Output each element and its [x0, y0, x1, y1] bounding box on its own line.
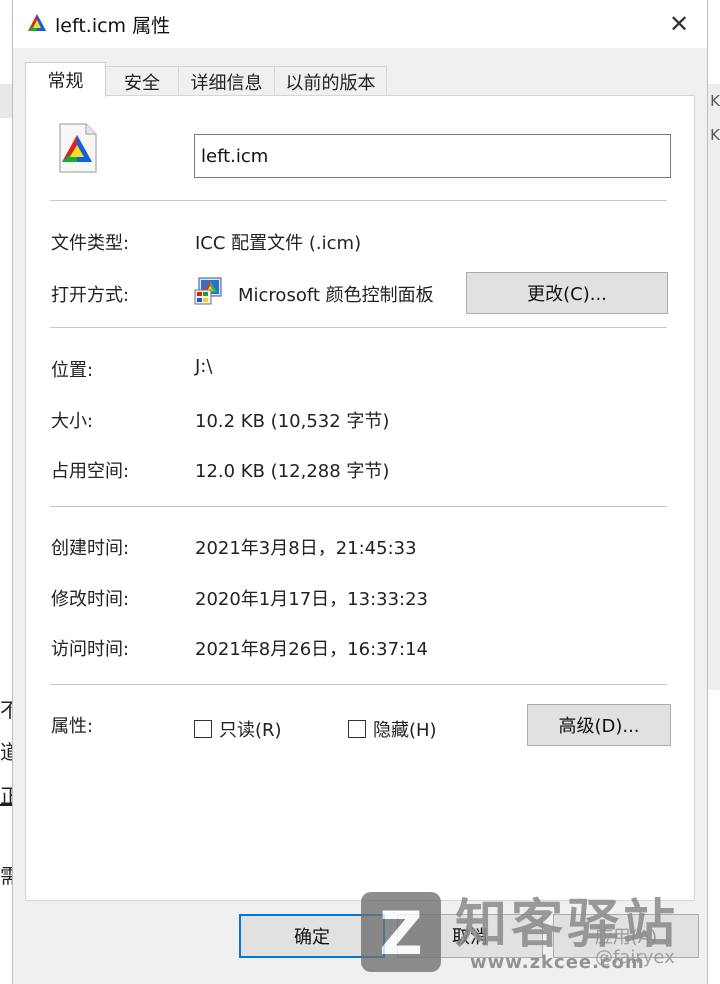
modified-label: 修改时间:: [51, 589, 130, 610]
window-title: left.icm 属性: [55, 15, 171, 37]
close-icon: ✕: [668, 10, 690, 38]
disk-size-value: 12.0 KB (12,288 字节): [195, 461, 390, 482]
properties-dialog: left.icm 属性 ✕ 常规 安全 详细信息 以前的版本 文件类型: ICC…: [12, 0, 708, 984]
readonly-checkbox[interactable]: 只读(R): [194, 716, 282, 742]
location-label: 位置:: [51, 360, 94, 381]
separator: [50, 684, 667, 685]
watermark-logo-letter: Z: [379, 899, 423, 969]
tab-previous-versions[interactable]: 以前的版本: [274, 66, 387, 96]
background-text: 正: [0, 784, 12, 808]
background-text: K: [710, 126, 720, 144]
filename-input[interactable]: [194, 134, 671, 178]
file-icon: [59, 123, 97, 173]
opens-with-label: 打开方式:: [51, 285, 130, 306]
opens-with-value: Microsoft 颜色控制面板: [238, 285, 434, 306]
modified-value: 2020年1月17日，13:33:23: [195, 589, 429, 610]
hidden-checkbox[interactable]: 隐藏(H): [348, 716, 437, 742]
close-button[interactable]: ✕: [651, 0, 707, 48]
icc-profile-icon: [28, 14, 46, 31]
readonly-checkbox-label: 只读(R): [219, 720, 282, 741]
advanced-button[interactable]: 高级(D)...: [527, 704, 671, 746]
title-bar[interactable]: left.icm 属性 ✕: [13, 0, 707, 48]
background-text: 需: [0, 864, 12, 888]
created-label: 创建时间:: [51, 538, 130, 559]
hidden-checkbox-label: 隐藏(H): [373, 720, 437, 741]
accessed-label: 访问时间:: [51, 639, 130, 660]
background-text: K: [710, 92, 720, 110]
background-app-left: [0, 0, 12, 984]
watermark-credit: @fairyex: [595, 947, 675, 968]
disk-size-label: 占用空间:: [51, 461, 130, 482]
separator: [50, 200, 667, 201]
general-panel: 文件类型: ICC 配置文件 (.icm) 打开方式: Microsoft 颜色…: [25, 95, 695, 901]
change-app-button[interactable]: 更改(C)...: [466, 272, 668, 314]
tab-general[interactable]: 常规: [25, 62, 106, 97]
watermark-title: 知客驿站: [455, 895, 680, 955]
color-control-panel-icon: [194, 277, 222, 305]
background-text: 道: [0, 740, 12, 764]
background-app-left-strip: [0, 84, 12, 118]
checkbox-box[interactable]: [348, 720, 366, 738]
tab-security[interactable]: 安全: [105, 66, 179, 96]
size-value: 10.2 KB (10,532 字节): [195, 411, 390, 432]
checkbox-box[interactable]: [194, 720, 212, 738]
background-app-right: [708, 84, 720, 690]
file-type-label: 文件类型:: [51, 233, 130, 254]
separator: [50, 506, 667, 507]
created-value: 2021年3月8日，21:45:33: [195, 538, 417, 559]
accessed-value: 2021年8月26日，16:37:14: [195, 639, 429, 660]
background-text: 不: [0, 698, 12, 722]
location-value: J:\: [195, 356, 213, 377]
tab-details[interactable]: 详细信息: [178, 66, 275, 96]
size-label: 大小:: [51, 411, 94, 432]
separator: [50, 327, 667, 328]
watermark-logo-icon: Z: [361, 892, 441, 972]
file-type-value: ICC 配置文件 (.icm): [195, 233, 362, 254]
attributes-label: 属性:: [51, 716, 94, 737]
